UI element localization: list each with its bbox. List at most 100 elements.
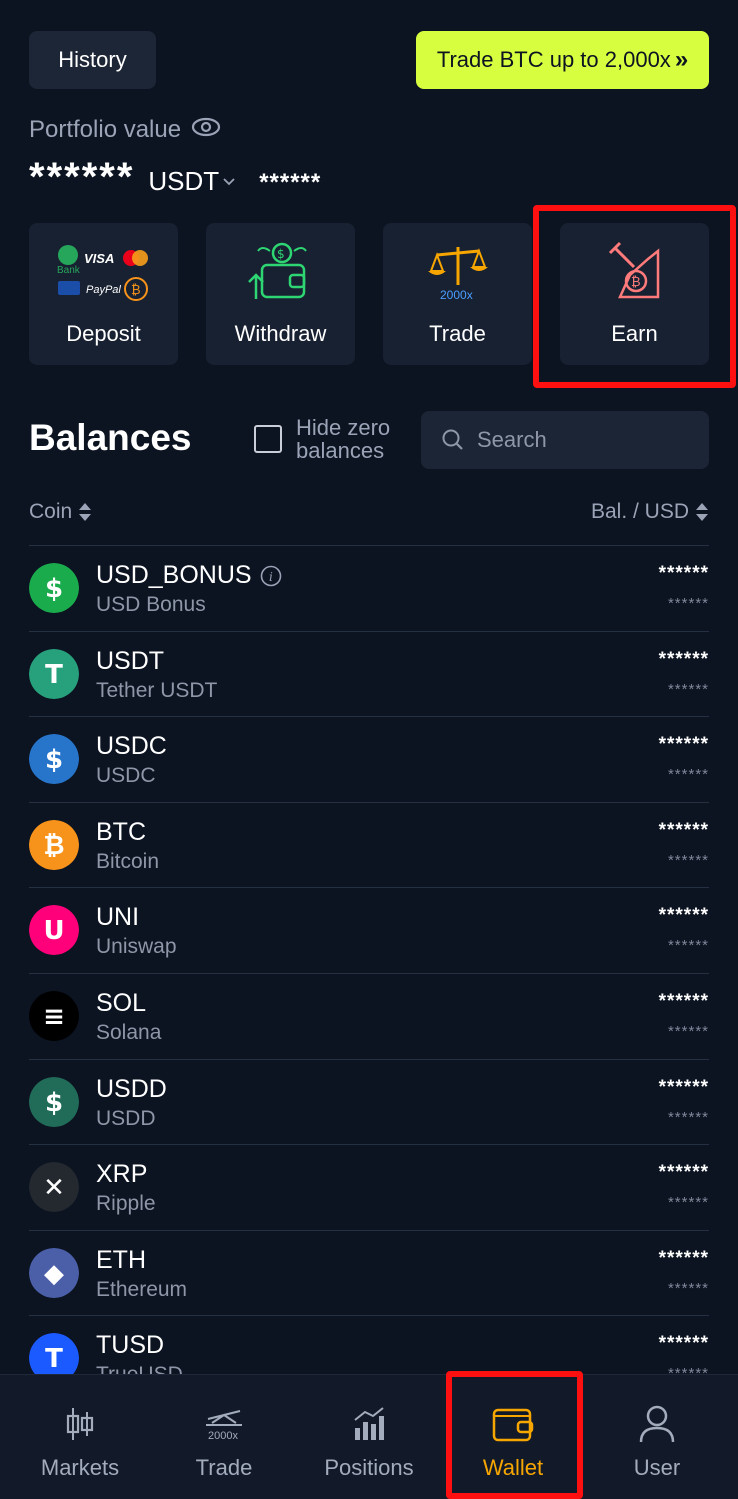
coin-name: USDC <box>96 764 156 788</box>
earn-card[interactable]: ₿ Earn <box>560 223 709 365</box>
nav-wallet-label: Wallet <box>482 1455 544 1480</box>
nav-user[interactable]: User <box>585 1375 729 1499</box>
sort-icon <box>696 503 708 521</box>
coin-row[interactable]: ₿ BTC Bitcoin ****** ****** <box>29 801 709 888</box>
svg-text:$: $ <box>277 247 285 261</box>
coin-list: $ USD_BONUS i USD Bonus ****** ****** T USDT Tet… <box>29 545 709 1401</box>
coin-usd-value: ****** <box>667 1194 709 1212</box>
svg-text:≡: ≡ <box>43 1002 65 1032</box>
svg-text:$: $ <box>45 574 63 604</box>
hide-zero-toggle[interactable]: Hide zero balances <box>254 416 406 462</box>
coin-usd-value: ****** <box>667 1279 709 1297</box>
coin-row[interactable]: ◆ ETH Ethereum ****** ****** <box>29 1229 709 1316</box>
promo-trade-button[interactable]: Trade BTC up to 2,000x » <box>416 31 709 89</box>
nav-positions[interactable]: Positions <box>297 1375 441 1499</box>
svg-text:₿: ₿ <box>631 275 641 290</box>
hide-zero-label: Hide zero balances <box>296 415 391 463</box>
coin-balance: ****** <box>658 1247 709 1269</box>
coin-name: Ethereum <box>96 1277 188 1301</box>
trade-card[interactable]: 2000x Trade <box>383 223 532 365</box>
history-button[interactable]: History <box>29 31 156 89</box>
coin-name: Ripple <box>96 1192 156 1216</box>
svg-text:VISA: VISA <box>84 251 114 266</box>
coin-symbol: USDC <box>96 732 167 761</box>
portfolio-sub-value: ****** <box>259 169 322 196</box>
svg-text:◆: ◆ <box>44 1259 64 1289</box>
withdraw-card[interactable]: $ Withdraw <box>206 223 355 365</box>
nav-markets[interactable]: Markets <box>8 1375 152 1499</box>
action-cards: Bank VISA PayPal ₿ Deposit $ Withdraw 20… <box>29 223 709 365</box>
search-box[interactable] <box>421 411 709 469</box>
nav-markets-label: Markets <box>40 1455 120 1480</box>
info-icon[interactable]: i <box>260 565 282 587</box>
nav-trade[interactable]: 2000x Trade <box>152 1375 296 1499</box>
nav-wallet[interactable]: Wallet <box>441 1375 585 1499</box>
coin-name: Tether USDT <box>96 678 218 702</box>
nav-positions-label: Positions <box>324 1455 414 1480</box>
coin-usd-value: ****** <box>667 937 709 955</box>
promo-label: Trade BTC up to 2,000x <box>436 47 671 72</box>
coin-balance: ****** <box>658 990 709 1012</box>
search-input[interactable] <box>477 427 677 453</box>
coin-usd-value: ****** <box>667 1108 709 1126</box>
sol-coin-icon: ≡ <box>29 990 79 1041</box>
top-bar: History Trade BTC up to 2,000x » <box>29 31 709 89</box>
coin-name: Bitcoin <box>96 849 160 873</box>
deposit-label: Deposit <box>66 321 141 346</box>
svg-text:✕: ✕ <box>43 1173 65 1203</box>
nav-user-label: User <box>633 1455 681 1480</box>
column-headers: Coin Bal. / USD <box>29 500 709 530</box>
trade-2000x-icon: 2000x <box>202 1403 246 1445</box>
earn-mining-icon: ₿ <box>585 241 685 303</box>
usd-bonus-coin-icon: $ <box>29 563 79 613</box>
svg-text:U: U <box>43 916 64 946</box>
coin-symbol: ETH <box>96 1245 146 1274</box>
sort-icon <box>79 503 92 521</box>
balances-header: Balances Hide zero balances <box>29 411 709 469</box>
svg-text:$: $ <box>45 745 63 775</box>
deposit-payment-icon: Bank VISA PayPal ₿ <box>54 241 154 303</box>
wallet-icon <box>492 1403 534 1445</box>
coin-symbol: TUSD <box>96 1331 165 1360</box>
coin-symbol: XRP <box>96 1160 148 1189</box>
portfolio-value: ****** <box>29 155 135 199</box>
usdt-coin-icon: T <box>29 648 79 699</box>
coin-symbol: USD_BONUS i <box>96 561 282 590</box>
svg-text:T: T <box>45 1344 63 1374</box>
coin-symbol: SOL <box>96 988 147 1017</box>
candlestick-icon <box>65 1403 95 1445</box>
coin-symbol: UNI <box>96 903 140 932</box>
coin-usd-value: ****** <box>667 1022 709 1040</box>
coin-row[interactable]: U UNI Uniswap ****** ****** <box>29 887 709 973</box>
svg-text:$: $ <box>45 1088 63 1118</box>
uni-coin-icon: U <box>29 905 79 956</box>
coin-symbol: BTC <box>96 817 146 846</box>
bar-chart-icon <box>352 1403 386 1445</box>
btc-coin-icon: ₿ <box>29 819 79 870</box>
trade-label: Trade <box>429 321 486 346</box>
coin-balance: ****** <box>658 819 709 841</box>
chevron-down-icon <box>223 177 235 185</box>
coin-row[interactable]: T USDT Tether USDT ****** ****** <box>29 630 709 717</box>
deposit-card[interactable]: Bank VISA PayPal ₿ Deposit <box>29 223 178 365</box>
coin-row[interactable]: ✕ XRP Ripple ****** ****** <box>29 1144 709 1230</box>
sort-by-balance[interactable]: Bal. / USD <box>591 500 709 524</box>
usdd-coin-icon: $ <box>29 1076 79 1127</box>
coin-usd-value: ****** <box>667 766 709 784</box>
currency-selector[interactable]: USDT <box>148 166 235 197</box>
sort-by-coin[interactable]: Coin <box>29 500 92 524</box>
eye-icon[interactable] <box>191 116 221 144</box>
svg-text:2000x: 2000x <box>440 288 473 302</box>
bottom-nav: Markets 2000x Trade Positions Wallet Use… <box>0 1374 738 1499</box>
hide-zero-checkbox[interactable] <box>254 425 282 453</box>
coin-usd-value: ****** <box>667 851 709 869</box>
coin-balance: ****** <box>658 563 709 584</box>
svg-text:T: T <box>45 660 63 690</box>
coin-row[interactable]: $ USD_BONUS i USD Bonus ****** ****** <box>29 545 709 631</box>
svg-text:Bank: Bank <box>57 265 81 276</box>
coin-row[interactable]: ≡ SOL Solana ****** ****** <box>29 972 709 1059</box>
search-icon <box>442 429 463 450</box>
coin-row[interactable]: $ USDC USDC ****** ****** <box>29 716 709 802</box>
portfolio-value-row: ****** USDT ****** <box>29 155 321 200</box>
coin-row[interactable]: $ USDD USDD ****** ****** <box>29 1058 709 1145</box>
